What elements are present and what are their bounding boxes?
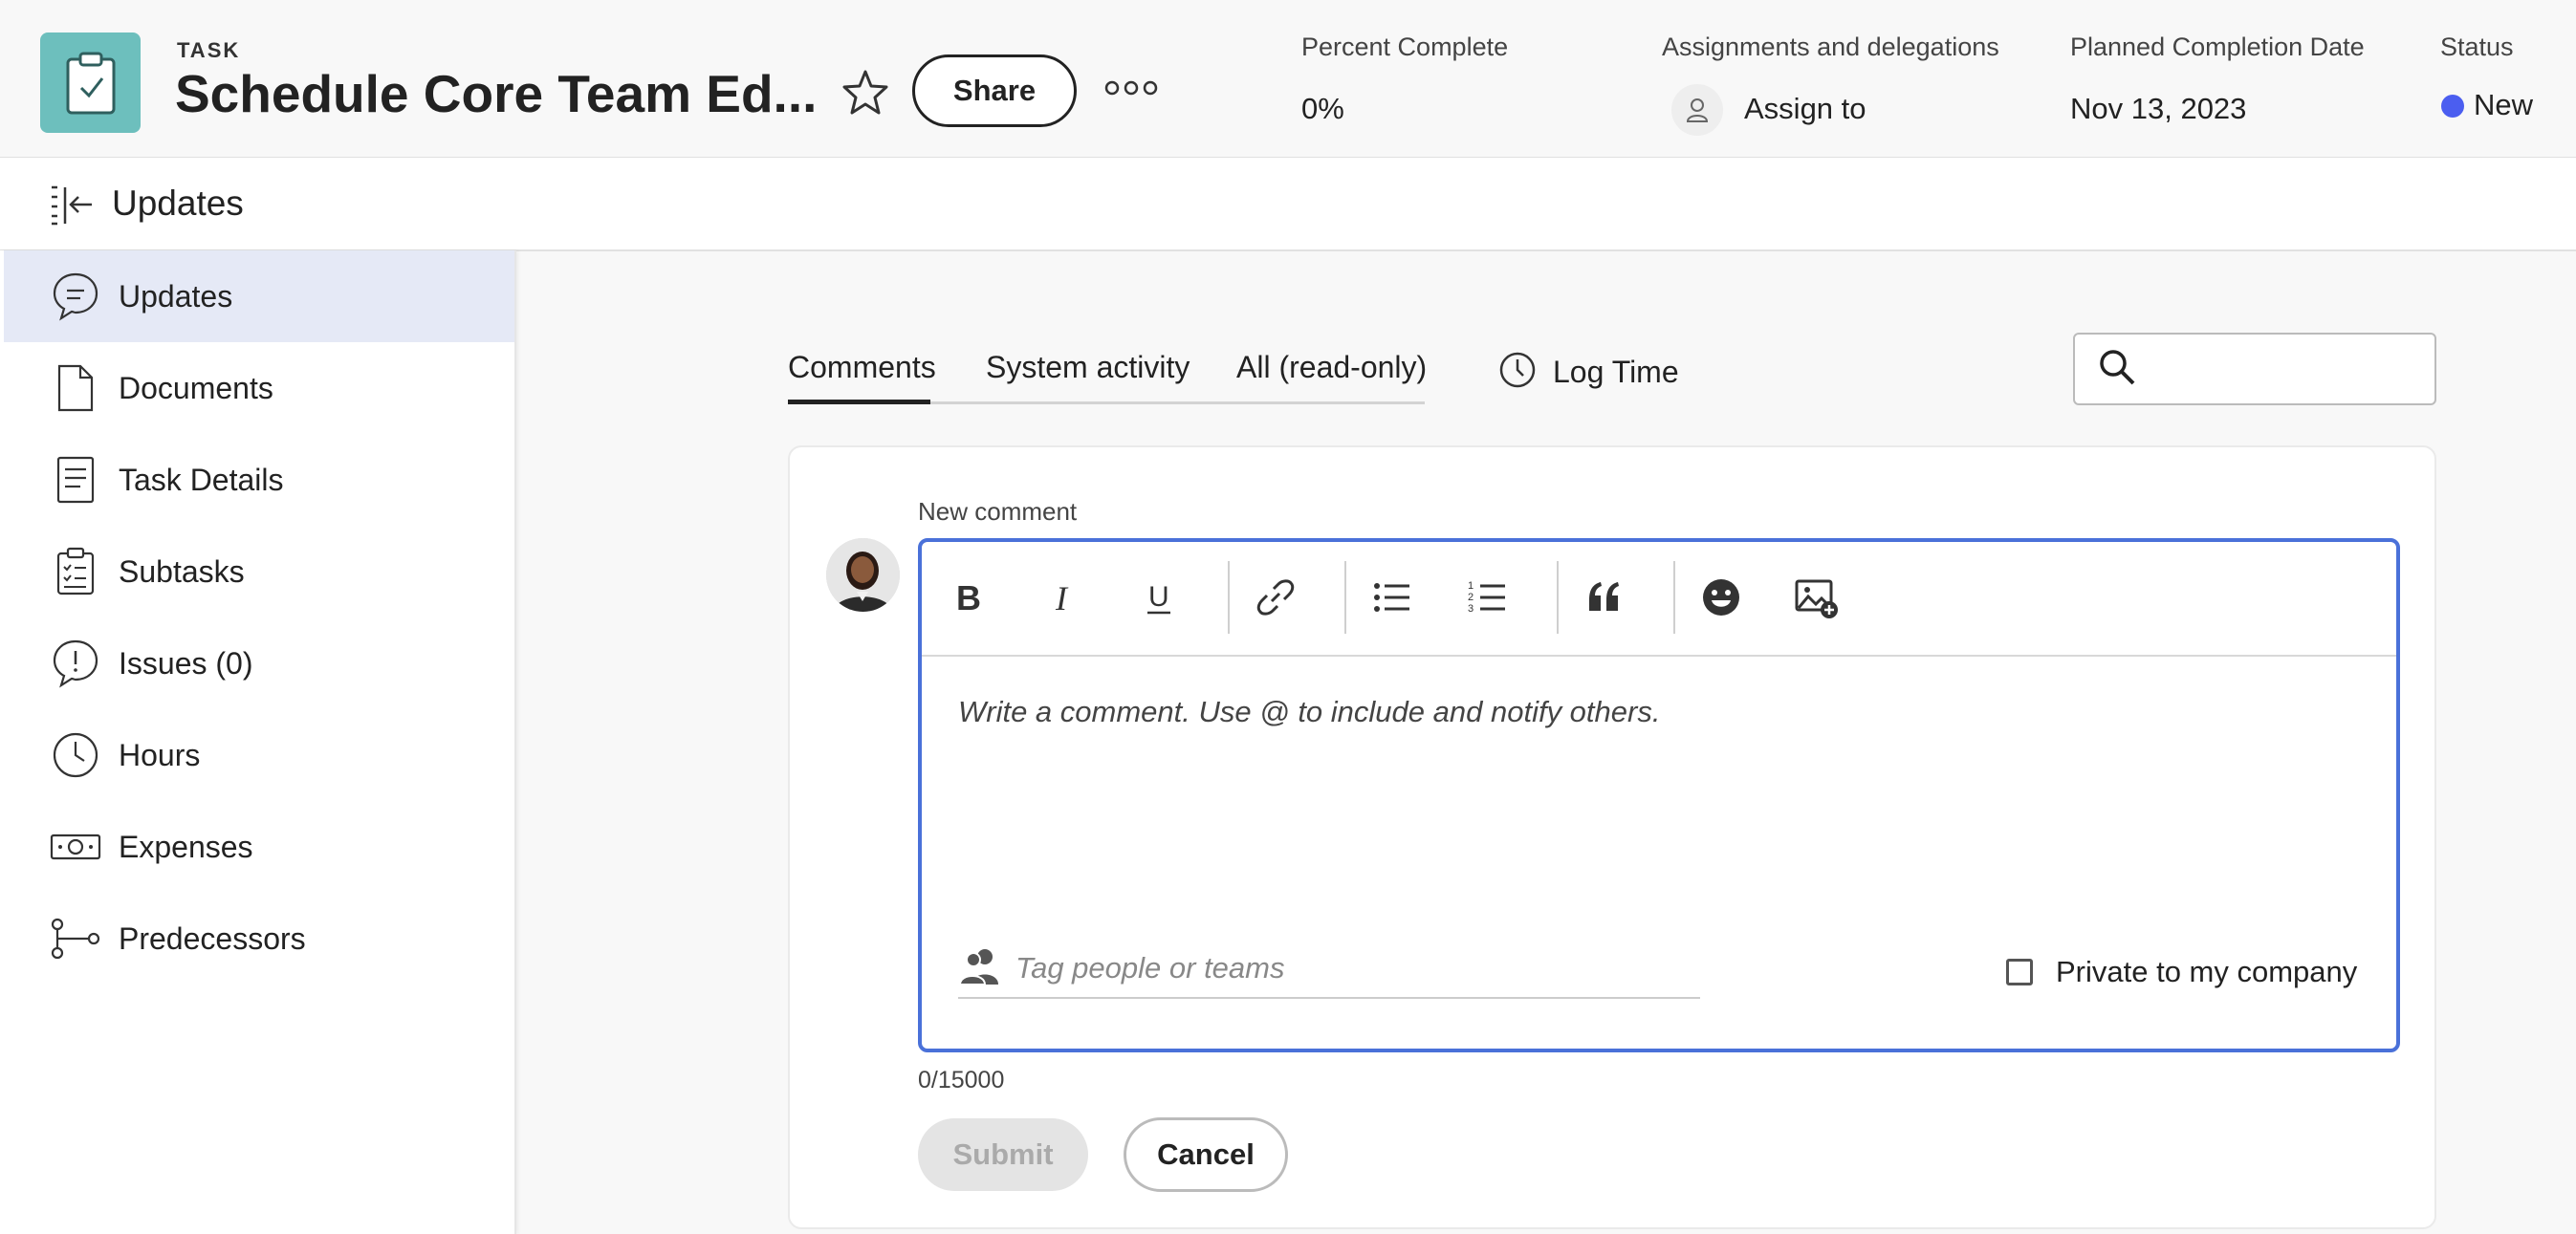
- sidebar-item-label: Hours: [119, 737, 201, 772]
- clock-icon: [1497, 350, 1538, 395]
- bullet-list-icon[interactable]: [1364, 569, 1421, 626]
- sidebar-item-subtasks[interactable]: Subtasks: [4, 526, 514, 617]
- tab-all-read-only[interactable]: All (read-only): [1236, 350, 1427, 385]
- star-icon[interactable]: [840, 67, 891, 119]
- toolbar-divider: [1344, 561, 1346, 634]
- task-type-label: TASK: [177, 38, 241, 62]
- clock-icon: [50, 729, 101, 781]
- comment-input[interactable]: Write a comment. Use @ to include and no…: [958, 695, 1660, 729]
- bold-icon[interactable]: B: [939, 569, 996, 626]
- search-input[interactable]: [2148, 353, 2419, 385]
- person-icon[interactable]: [1671, 84, 1723, 136]
- link-icon[interactable]: [1247, 569, 1304, 626]
- speech-bubble-icon: [50, 271, 101, 322]
- sidebar-item-updates[interactable]: Updates: [4, 250, 514, 342]
- planned-completion-value[interactable]: Nov 13, 2023: [2070, 92, 2246, 126]
- character-count: 0/15000: [918, 1067, 1005, 1093]
- assignments-label: Assignments and delegations: [1662, 32, 1999, 61]
- comment-editor: B I U 123 Write a comment. Use @ to incl…: [918, 538, 2400, 1052]
- quote-icon[interactable]: [1576, 569, 1633, 626]
- sidebar-item-task-details[interactable]: Task Details: [4, 434, 514, 526]
- status-dot-icon: [2441, 95, 2464, 118]
- svg-text:2: 2: [1468, 592, 1474, 603]
- percent-complete-label: Percent Complete: [1301, 32, 1509, 61]
- submit-button[interactable]: Submit: [918, 1118, 1088, 1191]
- avatar: [826, 538, 900, 612]
- toolbar-divider: [1557, 561, 1559, 634]
- private-checkbox[interactable]: [2006, 959, 2033, 985]
- tab-comments[interactable]: Comments: [788, 350, 936, 385]
- percent-complete-value[interactable]: 0%: [1301, 92, 1344, 126]
- document-icon: [50, 362, 101, 414]
- sidebar-item-label: Expenses: [119, 829, 253, 864]
- sidebar-item-expenses[interactable]: Expenses: [4, 801, 514, 893]
- italic-icon[interactable]: I: [1035, 569, 1092, 626]
- task-title[interactable]: Schedule Core Team Ed...: [175, 63, 817, 124]
- sidebar-item-label: Issues (0): [119, 645, 253, 681]
- status-label: Status: [2440, 32, 2514, 61]
- sidebar-nav: Updates Documents Task Details Subtasks …: [0, 250, 516, 1234]
- tab-system-activity[interactable]: System activity: [986, 350, 1190, 385]
- search-icon: [2098, 348, 2136, 391]
- people-icon: [958, 946, 1002, 991]
- sidebar-item-label: Documents: [119, 370, 273, 405]
- log-time-button[interactable]: Log Time: [1497, 350, 1679, 395]
- insert-image-icon[interactable]: [1788, 569, 1845, 626]
- svg-text:3: 3: [1468, 603, 1474, 615]
- planned-completion-label: Planned Completion Date: [2070, 32, 2365, 61]
- panel-header-bar: [0, 158, 2576, 251]
- clipboard-checklist-icon: [50, 546, 101, 597]
- task-details-icon: [50, 454, 101, 506]
- panel-title: Updates: [112, 184, 244, 223]
- assign-to-link[interactable]: Assign to: [1744, 92, 1867, 126]
- share-button[interactable]: Share: [912, 54, 1077, 127]
- formatting-toolbar: B I U 123: [922, 542, 2396, 657]
- svg-text:I: I: [1055, 579, 1069, 617]
- svg-text:U: U: [1148, 581, 1169, 613]
- sidebar-item-label: Updates: [119, 278, 233, 314]
- tag-people-field[interactable]: Tag people or teams: [958, 940, 1700, 999]
- toolbar-divider: [1228, 561, 1230, 634]
- numbered-list-icon[interactable]: 123: [1459, 569, 1517, 626]
- log-time-label: Log Time: [1553, 355, 1679, 389]
- sidebar-item-issues[interactable]: Issues (0): [4, 617, 514, 709]
- dependency-icon: [50, 913, 101, 964]
- sidebar-item-hours[interactable]: Hours: [4, 709, 514, 801]
- sidebar-item-label: Subtasks: [119, 553, 245, 589]
- underline-icon[interactable]: U: [1130, 569, 1188, 626]
- sidebar-item-documents[interactable]: Documents: [4, 342, 514, 434]
- alert-bubble-icon: [50, 638, 101, 689]
- more-options-icon[interactable]: [1104, 75, 1158, 101]
- active-tab-indicator: [788, 400, 930, 404]
- svg-text:B: B: [956, 578, 981, 617]
- private-option[interactable]: Private to my company: [2006, 955, 2357, 989]
- private-label: Private to my company: [2056, 955, 2358, 988]
- sidebar-item-label: Predecessors: [119, 920, 306, 956]
- sidebar-item-label: Task Details: [119, 462, 284, 497]
- svg-text:1: 1: [1468, 580, 1474, 592]
- sidebar-item-predecessors[interactable]: Predecessors: [4, 893, 514, 985]
- search-field[interactable]: [2073, 333, 2436, 405]
- new-comment-label: New comment: [918, 497, 1078, 526]
- cancel-button[interactable]: Cancel: [1124, 1117, 1288, 1192]
- tag-people-placeholder: Tag people or teams: [1015, 951, 1285, 985]
- toolbar-divider: [1673, 561, 1675, 634]
- status-value[interactable]: New: [2474, 88, 2533, 122]
- task-clipboard-icon: [40, 32, 141, 133]
- money-icon: [50, 821, 101, 873]
- collapse-panel-icon[interactable]: [48, 182, 94, 227]
- emoji-icon[interactable]: [1692, 569, 1750, 626]
